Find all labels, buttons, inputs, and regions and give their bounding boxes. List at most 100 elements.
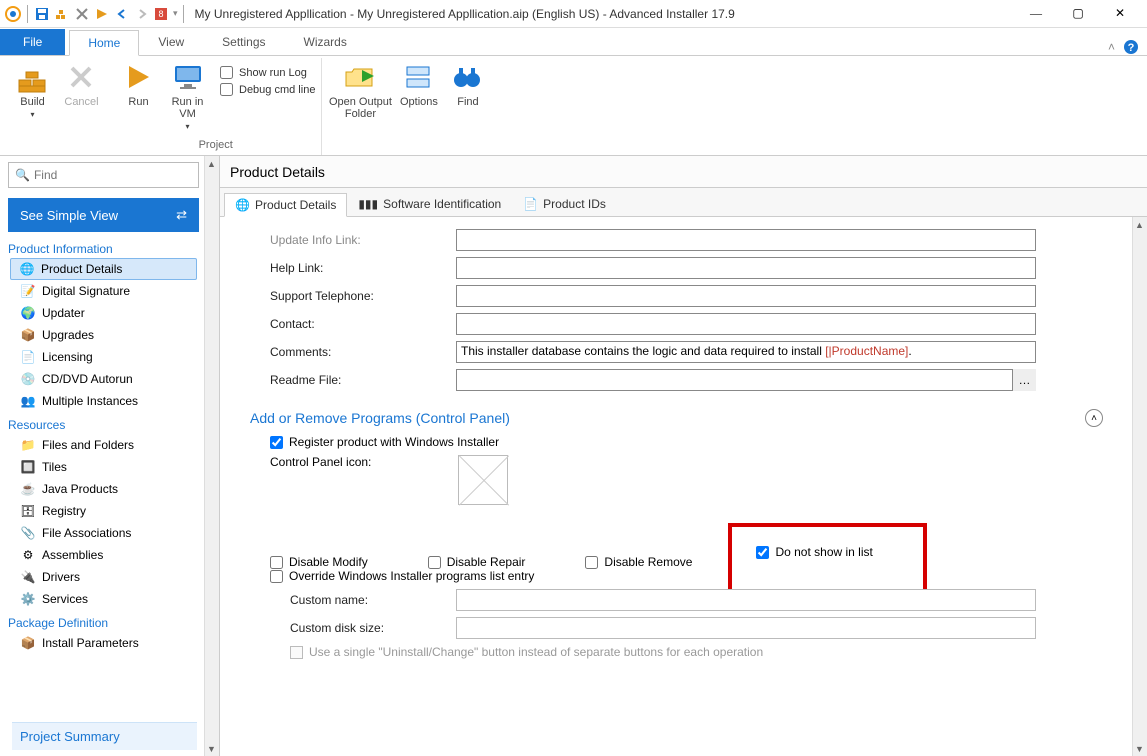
nav-drivers[interactable]: 🔌Drivers [0, 566, 219, 588]
nav-updater[interactable]: 🌍Updater [0, 302, 219, 324]
open-output-folder-button[interactable]: Open Output Folder [328, 60, 392, 120]
license-icon: 📄 [20, 349, 36, 365]
main-header: Product Details [220, 156, 1147, 188]
run-button[interactable]: Run [116, 60, 161, 131]
see-simple-view-button[interactable]: See Simple View ⇄ [8, 198, 199, 232]
custom-name-label: Custom name: [290, 593, 450, 607]
main-tabs: 🌐Product Details ▮▮▮Software Identificat… [220, 188, 1147, 217]
comments-input[interactable]: This installer database contains the log… [456, 341, 1036, 363]
main-scrollbar[interactable] [1132, 217, 1147, 756]
options-icon [403, 62, 435, 94]
scroll-up-icon[interactable]: ▲ [204, 156, 219, 171]
nav-file-associations[interactable]: 📎File Associations [0, 522, 219, 544]
tab-home[interactable]: Home [69, 30, 139, 56]
services-icon: ⚙️ [20, 591, 36, 607]
title-bar: 8 ▾ My Unregistered Appllication - My Un… [0, 0, 1147, 28]
help-icon[interactable]: ? [1123, 39, 1139, 55]
folder-open-icon [344, 62, 376, 94]
left-scrollbar[interactable] [204, 156, 219, 756]
forward-icon[interactable] [133, 5, 151, 23]
scroll-down-icon[interactable]: ▼ [204, 741, 219, 756]
support-telephone-input[interactable] [456, 285, 1036, 307]
disable-repair-checkbox[interactable]: Disable Repair [428, 555, 526, 569]
tab-settings[interactable]: Settings [203, 29, 284, 55]
tab-wizards[interactable]: Wizards [285, 29, 366, 55]
nav-digital-signature[interactable]: 📝Digital Signature [0, 280, 219, 302]
ribbon: Build▾ Cancel Run Run in VM▾ Show run Lo… [0, 56, 1147, 156]
globe-icon: 🌐 [235, 198, 250, 212]
nav-cddvd-autorun[interactable]: 💿CD/DVD Autorun [0, 368, 219, 390]
nav-tiles[interactable]: 🔲Tiles [0, 456, 219, 478]
custom-disk-size-label: Custom disk size: [290, 621, 450, 635]
tab-software-identification[interactable]: ▮▮▮Software Identification [347, 192, 512, 216]
show-run-log-checkbox[interactable]: Show run Log [220, 66, 307, 79]
debug-cmd-line-checkbox[interactable]: Debug cmd line [220, 83, 315, 96]
build-button[interactable]: Build▾ [10, 60, 55, 119]
tab-view[interactable]: View [139, 29, 203, 55]
single-uninstall-button-checkbox: Use a single "Uninstall/Change" button i… [290, 645, 1123, 659]
support-telephone-label: Support Telephone: [270, 289, 450, 303]
control-panel-icon-placeholder[interactable] [458, 455, 508, 505]
collapse-section-button[interactable]: ˄ [1085, 409, 1103, 427]
browse-button[interactable]: … [1012, 369, 1036, 391]
nav-assemblies[interactable]: ⚙Assemblies [0, 544, 219, 566]
tiles-icon: 🔲 [20, 459, 36, 475]
do-not-show-in-list-checkbox[interactable]: Do not show in list [756, 545, 872, 559]
monitor-icon [172, 62, 204, 94]
maximize-button[interactable]: ▢ [1063, 3, 1093, 25]
back-icon[interactable] [113, 5, 131, 23]
section-resources: Resources [0, 412, 219, 434]
nav-install-parameters[interactable]: 📦Install Parameters [0, 632, 219, 654]
contact-label: Contact: [270, 317, 450, 331]
nav-multiple-instances[interactable]: 👥Multiple Instances [0, 390, 219, 412]
nav-java-products[interactable]: ☕Java Products [0, 478, 219, 500]
cancel-icon-qat[interactable] [73, 5, 91, 23]
window-title: My Unregistered Appllication - My Unregi… [195, 7, 1021, 21]
nav-files-folders[interactable]: 📁Files and Folders [0, 434, 219, 456]
params-icon: 📦 [20, 635, 36, 651]
collapse-ribbon-icon[interactable]: ˄ [1108, 40, 1115, 54]
contact-input[interactable] [456, 313, 1036, 335]
nav-services[interactable]: ⚙️Services [0, 588, 219, 610]
custom-name-input [456, 589, 1036, 611]
disable-modify-checkbox[interactable]: Disable Modify [270, 555, 368, 569]
main-scroll-down-icon[interactable]: ▼ [1132, 741, 1147, 756]
svg-text:8: 8 [158, 9, 163, 19]
override-programs-list-checkbox[interactable]: Override Windows Installer programs list… [270, 569, 1123, 583]
nav-registry[interactable]: 🗄Registry [0, 500, 219, 522]
tab-product-ids[interactable]: 📄Product IDs [512, 192, 617, 216]
register-product-checkbox[interactable]: Register product with Windows Installer [270, 435, 1123, 449]
nav-licensing[interactable]: 📄Licensing [0, 346, 219, 368]
update-info-link-input[interactable] [456, 229, 1036, 251]
save-icon[interactable] [33, 5, 51, 23]
run-in-vm-button[interactable]: Run in VM▾ [165, 60, 210, 131]
tab-product-details[interactable]: 🌐Product Details [224, 193, 347, 217]
disable-remove-checkbox[interactable]: Disable Remove [585, 555, 692, 569]
sidebar-search[interactable]: 🔍 [8, 162, 199, 188]
quick-access-toolbar: 8 ▾ [4, 5, 187, 23]
find-button[interactable]: Find [445, 60, 490, 120]
readme-file-input[interactable] [456, 369, 1036, 391]
app-icon [4, 5, 22, 23]
control-panel-icon-label: Control Panel icon: [270, 455, 450, 469]
custom-disk-size-input [456, 617, 1036, 639]
options-button[interactable]: Options [396, 60, 441, 120]
main-pane: Product Details 🌐Product Details ▮▮▮Soft… [220, 156, 1147, 756]
run-icon-qat[interactable] [93, 5, 111, 23]
registry-icon: 🗄 [20, 503, 36, 519]
signature-icon: 📝 [20, 283, 36, 299]
nav-product-details[interactable]: 🌐Product Details [10, 258, 197, 280]
help-link-input[interactable] [456, 257, 1036, 279]
close-button[interactable]: ✕ [1105, 3, 1135, 25]
assemblies-icon: ⚙ [20, 547, 36, 563]
issues-icon[interactable]: 8 [153, 5, 171, 23]
sidebar-search-input[interactable] [34, 168, 192, 182]
build-icon[interactable] [53, 5, 71, 23]
disc-icon: 💿 [20, 371, 36, 387]
nav-upgrades[interactable]: 📦Upgrades [0, 324, 219, 346]
main-scroll-up-icon[interactable]: ▲ [1132, 217, 1147, 232]
tab-file[interactable]: File [0, 29, 65, 55]
updater-icon: 🌍 [20, 305, 36, 321]
minimize-button[interactable]: — [1021, 3, 1051, 25]
project-summary-button[interactable]: Project Summary [12, 722, 197, 750]
